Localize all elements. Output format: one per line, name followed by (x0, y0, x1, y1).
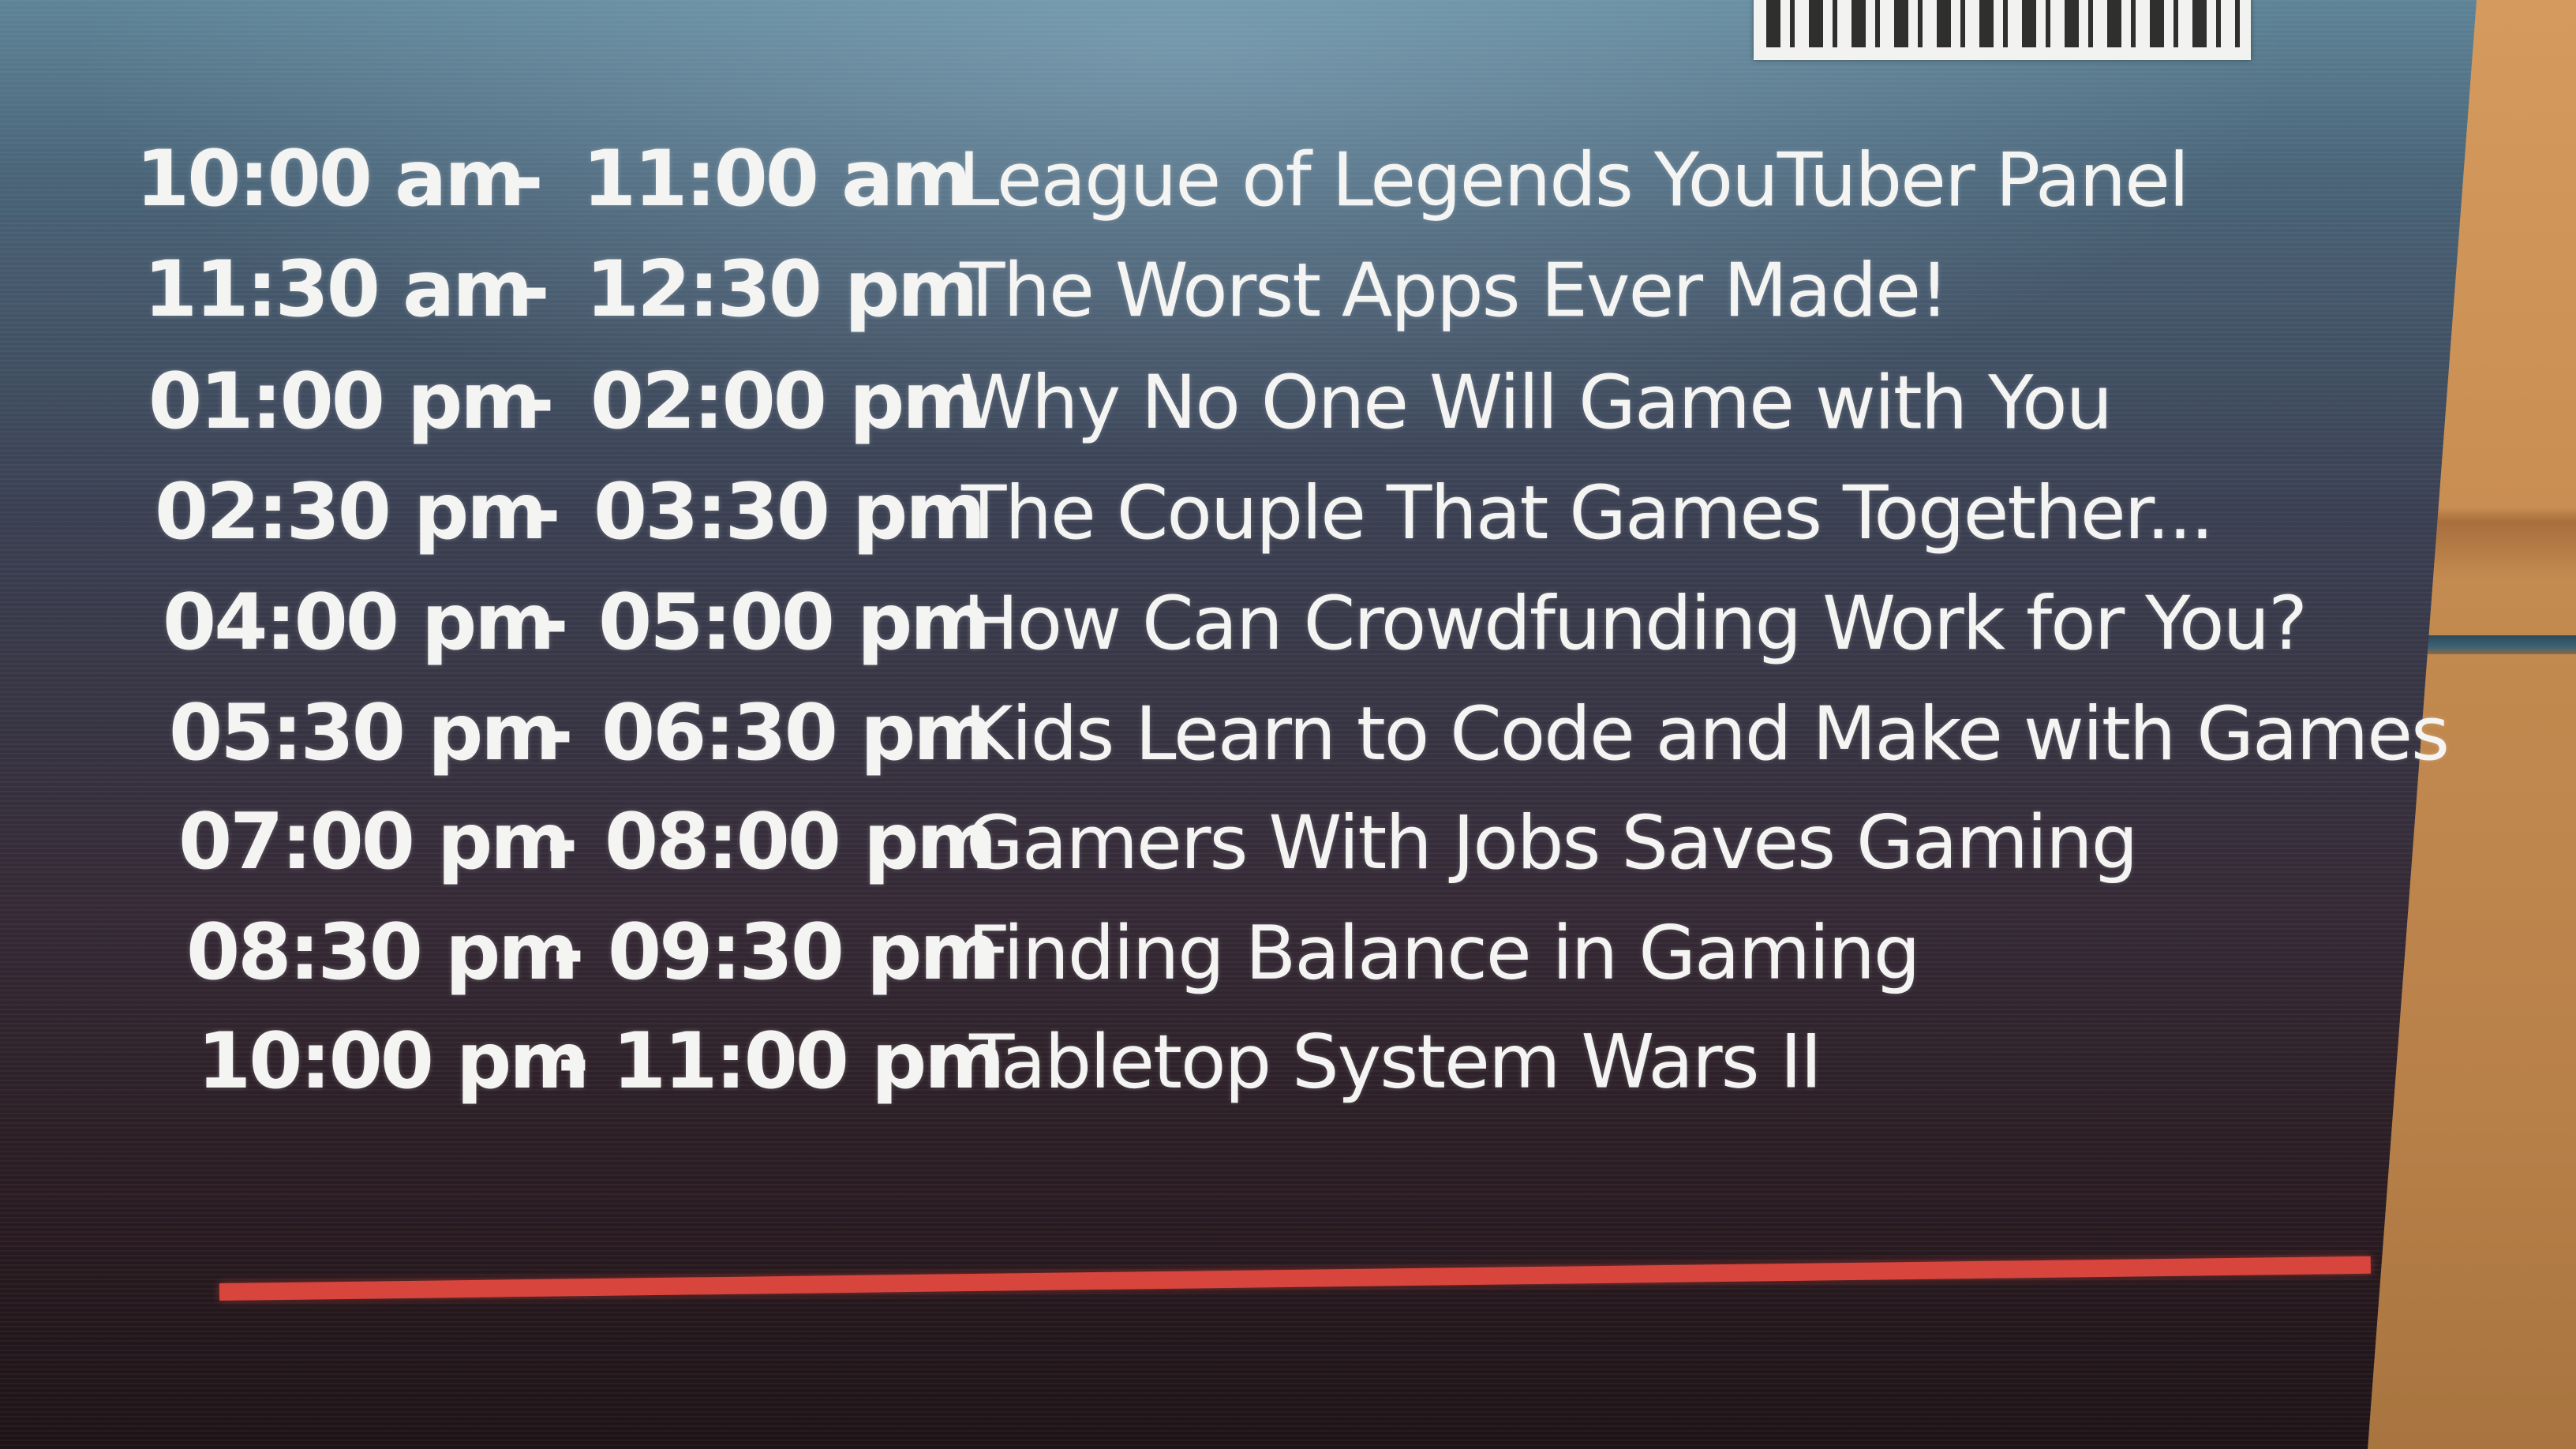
start-time: 05:30 pm (169, 688, 561, 778)
schedule-row: 10:00 pm -11:00 pm Tabletop System Wars II (0, 1017, 2576, 1118)
end-time: 12:30 pm (586, 245, 978, 335)
schedule-row: 10:00 am -11:00 am League of Legends YouTu… (0, 134, 2576, 235)
session-title: League of Legends YouTuber Panel (957, 137, 2188, 224)
photo-scene: 10:00 am -11:00 am League of Legends YouTu… (0, 0, 2576, 1449)
time-separator: - (518, 245, 550, 335)
start-time: 11:30 am (144, 245, 533, 335)
schedule-row: 01:00 pm -02:00 pm Why No One Will Game wi… (0, 357, 2576, 458)
end-time: 09:30 pm (608, 908, 1000, 998)
start-time: 08:30 pm (186, 908, 578, 998)
start-time: 02:30 pm (155, 467, 547, 557)
start-time: 10:00 am (136, 134, 525, 224)
session-title: The Couple That Games Together... (960, 470, 2213, 557)
time-separator: - (511, 134, 544, 224)
schedule-list: 10:00 am -11:00 am League of Legends YouTu… (0, 0, 2576, 1449)
end-time: 05:00 pm (598, 578, 990, 668)
session-title: Tabletop System Wars II (968, 1019, 1821, 1106)
start-time: 07:00 pm (178, 797, 571, 887)
session-title: How Can Crowdfunding Work for You? (963, 581, 2308, 667)
end-time: 11:00 pm (612, 1017, 1005, 1106)
time-separator: - (529, 467, 561, 557)
time-separator: - (522, 357, 555, 447)
session-title: The Worst Apps Ever Made! (959, 248, 1948, 335)
end-time: 06:30 pm (601, 688, 994, 778)
time-separator: - (541, 688, 574, 778)
schedule-row: 05:30 pm -06:30 pm Kids Learn to Code and … (0, 688, 2576, 789)
time-separator: - (537, 578, 569, 668)
end-time: 03:30 pm (593, 467, 986, 557)
schedule-row: 02:30 pm -03:30 pm The Couple That Games T… (0, 467, 2576, 568)
time-separator: - (552, 908, 585, 998)
end-time: 11:00 am (582, 134, 972, 224)
schedule-row: 11:30 am -12:30 pm The Worst Apps Ever Mad… (0, 245, 2576, 346)
start-time: 04:00 pm (163, 578, 555, 668)
session-title: Gamers With Jobs Saves Gaming (965, 799, 2137, 886)
session-title: Kids Learn to Code and Make with Games (964, 691, 2449, 777)
time-separator: - (557, 1017, 590, 1106)
session-title: Why No One Will Game with You (959, 360, 2112, 447)
session-title: Finding Balance in Gaming (967, 910, 1919, 997)
schedule-row: 04:00 pm -05:00 pm How Can Crowdfunding Wo… (0, 584, 2576, 679)
end-time: 08:00 pm (605, 797, 997, 887)
schedule-row: 08:30 pm -09:30 pm Finding Balance in Gami… (0, 908, 2576, 1009)
time-separator: - (546, 797, 578, 887)
schedule-row: 07:00 pm -08:00 pm Gamers With Jobs Saves … (0, 797, 2576, 898)
start-time: 10:00 pm (197, 1017, 590, 1106)
end-time: 02:00 pm (590, 357, 983, 447)
start-time: 01:00 pm (148, 357, 541, 447)
